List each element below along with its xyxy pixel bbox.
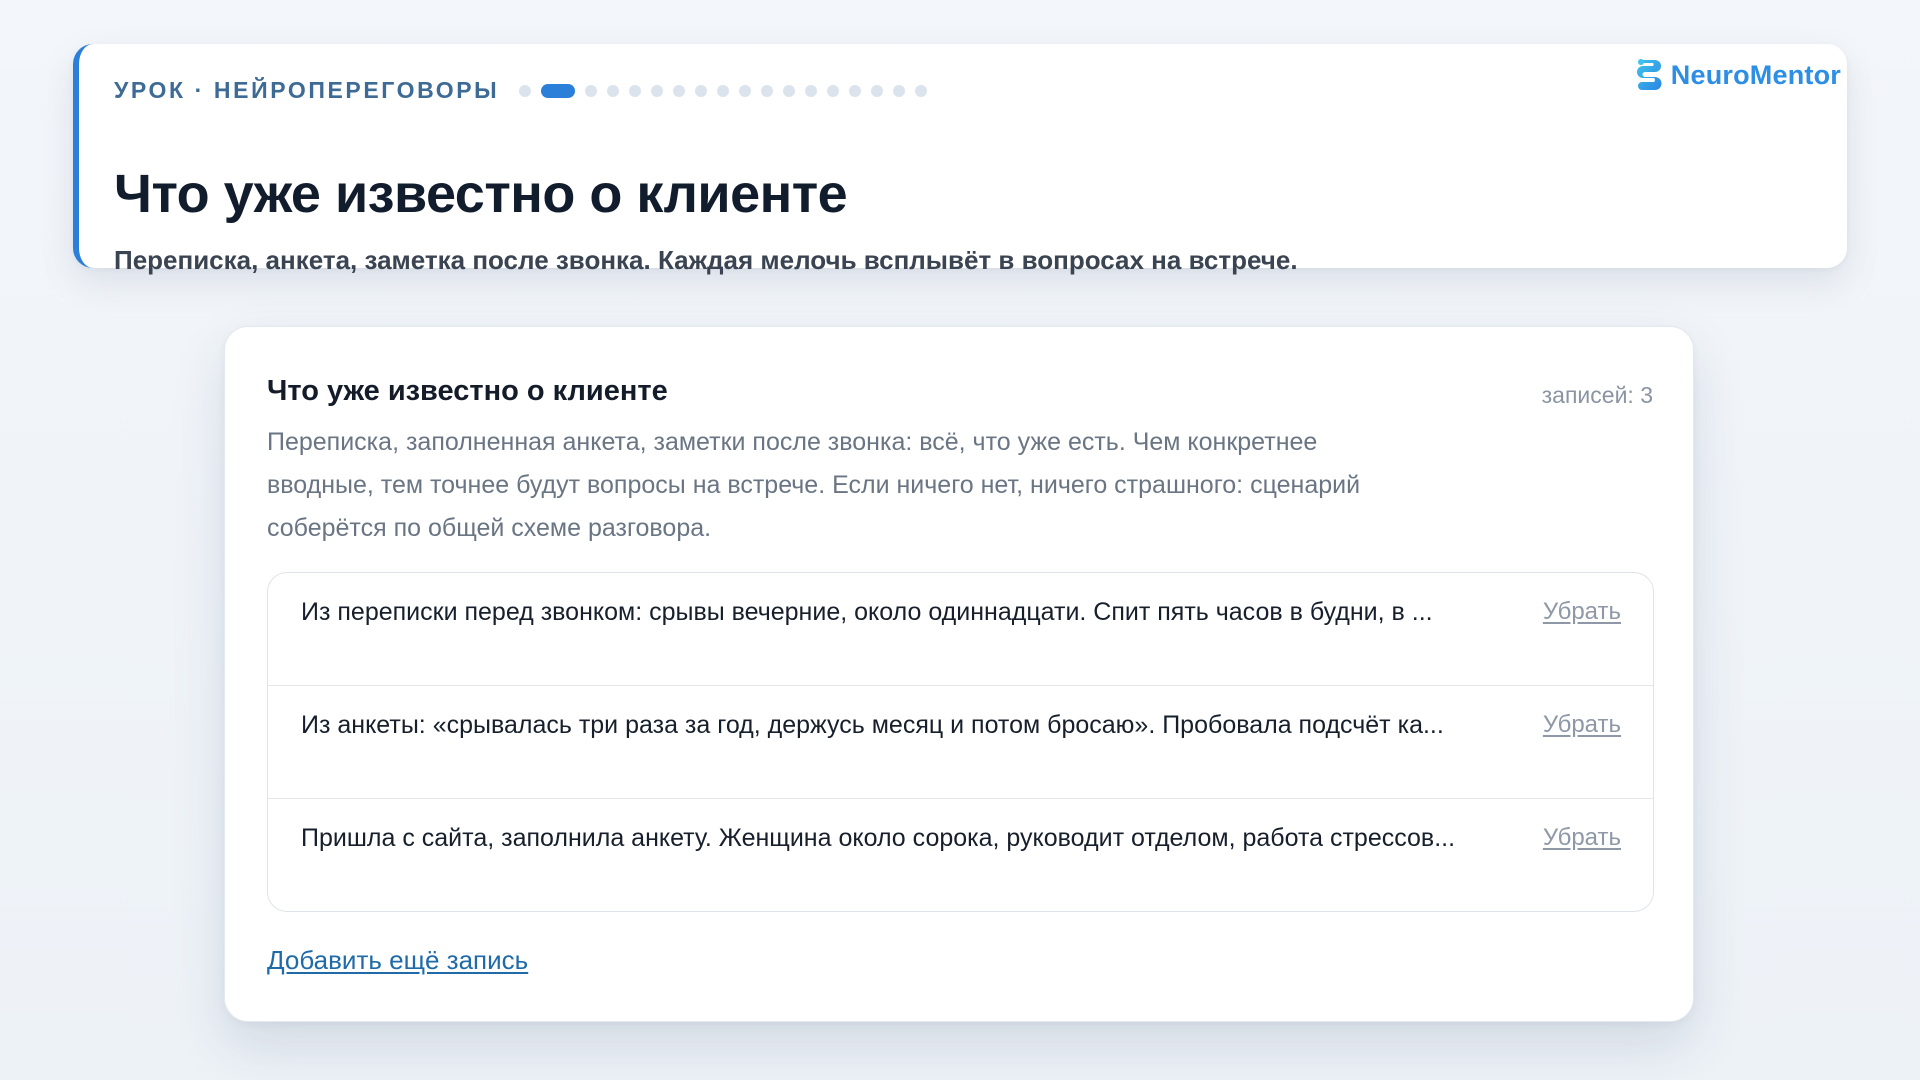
- note-item[interactable]: Из анкеты: «срывалась три раза за год, д…: [268, 686, 1653, 799]
- note-text[interactable]: Из переписки перед звонком: срывы вечерн…: [301, 594, 1501, 630]
- lesson-header-card: УРОК · НЕЙРОПЕРЕГОВОРЫ Что уже известно …: [73, 44, 1847, 275]
- note-text[interactable]: Пришла с сайта, заполнила анкету. Женщин…: [301, 820, 1501, 856]
- page-subtitle: Переписка, анкета, заметка после звонка.…: [114, 245, 1298, 275]
- brand-name[interactable]: NeuroMentor: [1671, 60, 1841, 91]
- progress-step: [783, 84, 796, 97]
- lesson-kicker: УРОК · НЕЙРОПЕРЕГОВОРЫ: [114, 77, 500, 103]
- lesson-progress-indicator: [519, 83, 937, 98]
- progress-step: [695, 84, 708, 97]
- lesson-kicker-row: УРОК · НЕЙРОПЕРЕГОВОРЫ: [114, 77, 937, 104]
- progress-step: [871, 84, 884, 97]
- neuromentor-logo-icon: [1636, 59, 1662, 90]
- add-note-link[interactable]: Добавить ещё запись: [267, 943, 528, 977]
- page-title: Что уже известно о клиенте: [114, 164, 848, 224]
- progress-step: [739, 84, 752, 97]
- panel-description: Переписка, заполненная анкета, заметки п…: [267, 428, 1361, 542]
- progress-step: [915, 84, 928, 97]
- remove-note-button[interactable]: Убрать: [1543, 594, 1621, 630]
- remove-note-button[interactable]: Убрать: [1543, 820, 1621, 856]
- progress-step: [805, 84, 818, 97]
- progress-step: [717, 84, 730, 97]
- progress-step: [607, 84, 620, 97]
- progress-step: [629, 84, 642, 97]
- progress-step: [585, 84, 598, 97]
- brand: NeuroMentor: [1635, 58, 1841, 92]
- progress-step: [519, 84, 532, 97]
- progress-step: [893, 84, 906, 97]
- progress-step: [651, 84, 664, 97]
- panel-title: Что уже известно о клиенте: [267, 375, 668, 407]
- note-item[interactable]: Из переписки перед звонком: срывы вечерн…: [268, 573, 1653, 686]
- progress-step: [827, 84, 840, 97]
- notes-count: записей: 3: [1541, 382, 1653, 408]
- notes-list: Из переписки перед звонком: срывы вечерн…: [267, 572, 1654, 912]
- progress-step: [761, 84, 774, 97]
- remove-note-button[interactable]: Убрать: [1543, 707, 1621, 743]
- note-item[interactable]: Пришла с сайта, заполнила анкету. Женщин…: [268, 799, 1653, 911]
- note-text[interactable]: Из анкеты: «срывалась три раза за год, д…: [301, 707, 1501, 743]
- progress-step: [849, 84, 862, 97]
- progress-step: [673, 84, 686, 97]
- client-info-panel: Что уже известно о клиенте записей: 3 Пе…: [224, 326, 1694, 1022]
- progress-step-current: [541, 83, 576, 98]
